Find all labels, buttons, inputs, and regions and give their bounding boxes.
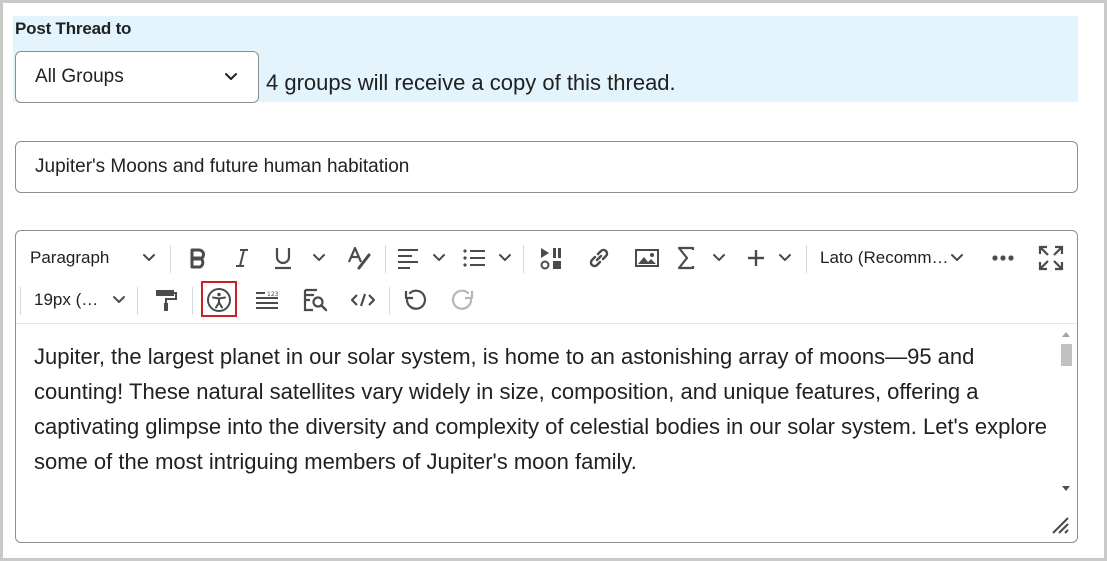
- scroll-down-arrow[interactable]: [1062, 486, 1070, 491]
- text-style-button[interactable]: [342, 237, 376, 279]
- redo-button[interactable]: [444, 279, 482, 321]
- more-options-button[interactable]: [984, 237, 1022, 279]
- chevron-down-icon: [499, 254, 511, 261]
- fullscreen-icon: [1038, 245, 1064, 271]
- font-size-dropdown[interactable]: 19px (…: [28, 279, 130, 321]
- toolbar-separator: [20, 287, 21, 315]
- underline-dropdown[interactable]: [272, 237, 326, 279]
- word-count-button[interactable]: 123: [248, 279, 288, 321]
- insert-stuff-button[interactable]: [532, 237, 570, 279]
- text-style-icon: [347, 246, 371, 270]
- svg-text:123: 123: [267, 291, 279, 298]
- align-left-icon: [398, 249, 418, 269]
- block-format-dropdown[interactable]: Paragraph: [22, 237, 162, 279]
- chevron-down-icon: [225, 73, 237, 80]
- undo-button[interactable]: [396, 279, 434, 321]
- word-count-icon: 123: [256, 291, 279, 309]
- paint-roller-icon: [156, 290, 177, 311]
- editor-toolbar-row-2: 19px (… 123: [16, 279, 1077, 321]
- chevron-down-icon: [713, 254, 725, 261]
- bullet-list-icon: [463, 249, 485, 267]
- align-dropdown[interactable]: [396, 237, 446, 279]
- font-family-label: Lato (Recomm…: [820, 248, 949, 267]
- toolbar-separator: [192, 287, 193, 315]
- toolbar-separator: [389, 287, 390, 315]
- toolbar-separator: [806, 245, 807, 273]
- editor-toolbar-row-1: Paragraph Lato (Recomm…: [16, 237, 1077, 279]
- chevron-down-icon: [313, 254, 325, 261]
- chevron-down-icon: [143, 254, 155, 261]
- font-size-label: 19px (…: [34, 290, 99, 309]
- undo-icon: [404, 289, 427, 310]
- italic-icon: [236, 249, 248, 267]
- chevron-down-icon: [779, 254, 791, 261]
- resize-handle-icon[interactable]: [1050, 515, 1070, 535]
- group-select-value: All Groups: [35, 66, 124, 87]
- toolbar-separator: [137, 287, 138, 315]
- group-select-dropdown[interactable]: All Groups: [15, 51, 259, 103]
- bold-button[interactable]: [180, 237, 216, 279]
- source-code-button[interactable]: [344, 279, 382, 321]
- image-button[interactable]: [628, 237, 666, 279]
- scroll-thumb[interactable]: [1061, 344, 1072, 366]
- italic-button[interactable]: [224, 237, 260, 279]
- format-painter-button[interactable]: [147, 279, 185, 321]
- bold-icon: [190, 248, 205, 269]
- toolbar-separator: [385, 245, 386, 273]
- equation-dropdown[interactable]: [676, 237, 726, 279]
- scroll-up-arrow[interactable]: [1062, 332, 1070, 337]
- link-icon: [589, 248, 609, 268]
- find-replace-button[interactable]: [296, 279, 334, 321]
- editor-content[interactable]: Jupiter, the largest planet in our solar…: [34, 339, 1049, 479]
- editor-scrollbar[interactable]: [1058, 326, 1075, 498]
- chevron-down-icon: [433, 254, 445, 261]
- toolbar-separator: [523, 245, 524, 273]
- html-editor: Paragraph Lato (Recomm… 19px (… 123 Jupi…: [15, 230, 1078, 543]
- accessibility-checker-button[interactable]: [201, 279, 237, 321]
- subject-input[interactable]: Jupiter's Moons and future human habitat…: [15, 141, 1078, 193]
- source-code-icon: [350, 293, 376, 307]
- find-replace-icon: [303, 288, 328, 312]
- fullscreen-button[interactable]: [1032, 237, 1070, 279]
- toolbar-divider: [16, 323, 1077, 324]
- post-thread-label: Post Thread to: [15, 19, 132, 38]
- insert-more-dropdown[interactable]: [746, 237, 792, 279]
- block-format-label: Paragraph: [30, 248, 110, 267]
- image-icon: [635, 249, 659, 267]
- ellipsis-icon: [992, 255, 1014, 261]
- plus-icon: [748, 250, 764, 266]
- chevron-down-icon: [951, 254, 963, 261]
- sigma-icon: [677, 246, 695, 270]
- chevron-down-icon: [113, 296, 125, 303]
- font-family-dropdown[interactable]: Lato (Recomm…: [816, 237, 968, 279]
- link-button[interactable]: [580, 237, 618, 279]
- toolbar-separator: [170, 245, 171, 273]
- underline-icon: [275, 248, 291, 270]
- group-copy-note: 4 groups will receive a copy of this thr…: [266, 70, 676, 95]
- accessibility-checker-icon: [207, 288, 231, 312]
- insert-stuff-icon: [540, 248, 561, 270]
- list-dropdown[interactable]: [462, 237, 512, 279]
- redo-icon: [451, 289, 474, 310]
